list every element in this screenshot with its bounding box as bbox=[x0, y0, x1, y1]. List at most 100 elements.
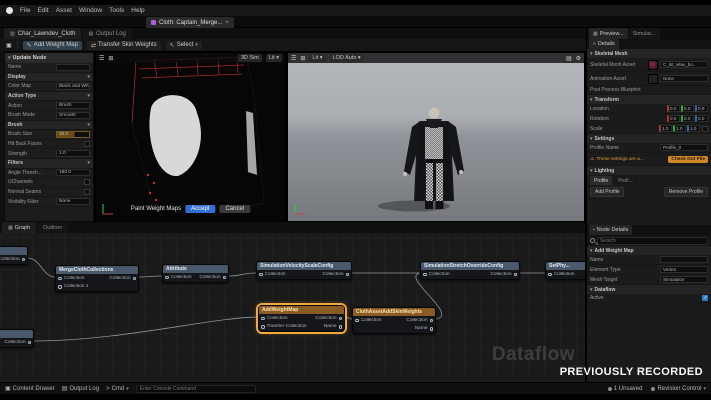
menu-file[interactable]: File bbox=[20, 7, 30, 14]
cloth-paint-viewport[interactable]: ☰ ⊞ 3D Sim Lit ▾ Paint Weight Maps Accep… bbox=[95, 52, 286, 222]
tab-preview-scene[interactable]: ▦ Preview... bbox=[589, 28, 628, 39]
pin-in[interactable] bbox=[58, 277, 62, 281]
scale-lock-icon[interactable] bbox=[702, 126, 708, 132]
pin-in[interactable] bbox=[261, 325, 265, 329]
graph-node-offscreen-bottom[interactable]: ... Collection bbox=[0, 329, 34, 348]
action-dropdown[interactable]: Brush bbox=[56, 102, 90, 109]
menu-help[interactable]: Help bbox=[131, 7, 144, 14]
rotation-y-field[interactable]: 0.0 bbox=[681, 115, 694, 122]
section-action-type[interactable]: Action Type▾ bbox=[5, 92, 93, 102]
cancel-button[interactable]: Cancel bbox=[219, 205, 250, 213]
section-display[interactable]: Display▾ bbox=[5, 73, 93, 83]
color-map-dropdown[interactable]: Black and White bbox=[56, 83, 90, 90]
select-button[interactable]: ↖ Select ▾ bbox=[166, 41, 202, 50]
brush-mode-dropdown[interactable]: Smooth bbox=[56, 112, 90, 119]
visibility-filter-dropdown[interactable]: None bbox=[56, 198, 90, 205]
section-skeletal-mesh[interactable]: ▾Skeletal Mesh bbox=[587, 49, 711, 58]
graph-canvas[interactable]: Dataflow ... Collection bbox=[0, 233, 585, 382]
menu-edit[interactable]: Edit bbox=[37, 7, 48, 14]
section-add-weight-map[interactable]: ▾Add Weight Map bbox=[587, 246, 711, 255]
settings-gear-icon[interactable]: ⚙ bbox=[576, 55, 581, 62]
search-input[interactable] bbox=[597, 237, 708, 245]
remove-profile-button[interactable]: Remove Profile bbox=[664, 187, 708, 197]
section-brush[interactable]: Brush▾ bbox=[5, 121, 93, 131]
skeletal-mesh-asset-dropdown[interactable]: C_lst_wlav_bo... bbox=[660, 61, 708, 68]
location-x-field[interactable]: 0.0 bbox=[667, 105, 680, 112]
name-field[interactable] bbox=[56, 64, 90, 71]
graph-node-mergeclothcollections[interactable]: MergeClothCollections Collection Collect… bbox=[55, 265, 139, 292]
brush-size-field[interactable]: 38.0 bbox=[56, 131, 90, 138]
normal-seams-checkbox[interactable] bbox=[84, 189, 90, 195]
tab-simulation[interactable]: Simulat... bbox=[629, 28, 660, 39]
add-profile-button[interactable]: Add Profile bbox=[590, 187, 624, 197]
lod-dropdown[interactable]: LOD Auto ▾ bbox=[330, 54, 364, 62]
maximize-icon[interactable]: ⊞ bbox=[108, 55, 113, 62]
save-icon[interactable]: ▣ bbox=[6, 42, 12, 49]
hamburger-icon[interactable]: ☰ bbox=[99, 55, 104, 62]
mesh-thumbnail[interactable] bbox=[648, 60, 658, 70]
tab-node-details[interactable]: ▪ Node Details bbox=[589, 225, 632, 235]
strength-field[interactable]: 1.0 bbox=[56, 150, 90, 157]
graph-node-addweightmap[interactable]: AddWeightMap Collection Collection Trans… bbox=[258, 305, 345, 332]
simulation-preview-viewport[interactable]: ☰ ⊞ Lit ▾ LOD Auto ▾ ▤ ⚙ bbox=[287, 52, 585, 222]
console-input[interactable] bbox=[136, 385, 256, 393]
content-drawer-button[interactable]: ▣ Content Drawer bbox=[5, 385, 55, 392]
camera-speed-icon[interactable]: ▤ bbox=[566, 55, 572, 62]
tab-profile-2[interactable]: Profi... bbox=[614, 176, 636, 185]
tab-graph[interactable]: ▦ Graph bbox=[2, 222, 36, 233]
menu-window[interactable]: Window bbox=[79, 7, 102, 14]
graph-node-clothassetaddskinweights[interactable]: ClothAssetAddSkinWeights Collection Coll… bbox=[352, 307, 436, 334]
graph-node-offscreen-top[interactable]: ... Collection bbox=[0, 246, 28, 265]
rotation-x-field[interactable]: 0.0 bbox=[667, 115, 680, 122]
tab-output-log[interactable]: ▤ Output Log bbox=[82, 28, 131, 39]
section-transform[interactable]: ▾Transform bbox=[587, 95, 711, 104]
pin-out[interactable] bbox=[28, 341, 32, 345]
lit-mode-dropdown[interactable]: Lit ▾ bbox=[309, 54, 325, 62]
pin-out[interactable] bbox=[133, 277, 137, 281]
animation-thumbnail[interactable] bbox=[648, 74, 658, 84]
pin-in[interactable] bbox=[58, 285, 62, 289]
tab-char-lawndev-cloth[interactable]: ▥ Char_Lawndev_Cloth bbox=[4, 28, 81, 39]
scale-z-field[interactable]: 1.0 bbox=[687, 125, 700, 132]
section-dataflow[interactable]: ▾Dataflow bbox=[587, 285, 711, 294]
active-checkbox[interactable] bbox=[702, 295, 708, 301]
lit-mode-dropdown[interactable]: Lit ▾ bbox=[266, 54, 282, 62]
close-icon[interactable]: × bbox=[225, 20, 229, 26]
output-log-button[interactable]: ▤ Output Log bbox=[62, 385, 99, 392]
unsaved-indicator[interactable]: 1 Unsaved bbox=[608, 386, 643, 392]
menu-tools[interactable]: Tools bbox=[109, 7, 124, 14]
pin-in[interactable] bbox=[259, 273, 263, 277]
pin-out[interactable] bbox=[430, 327, 434, 331]
location-y-field[interactable]: 0.0 bbox=[681, 105, 694, 112]
menu-asset[interactable]: Asset bbox=[56, 7, 72, 14]
add-weight-map-button[interactable]: ✎ Add Weight Map bbox=[23, 41, 82, 50]
pin-out[interactable] bbox=[346, 273, 350, 277]
tab-cloth-editor[interactable]: Cloth: Captain_Merge... × bbox=[146, 17, 234, 28]
pin-out[interactable] bbox=[22, 258, 26, 262]
animation-asset-dropdown[interactable]: None bbox=[660, 75, 708, 82]
rotation-z-field[interactable]: 0.0 bbox=[695, 115, 708, 122]
element-type-dropdown[interactable]: Vertex bbox=[660, 266, 708, 273]
check-out-file-button[interactable]: Check Out File bbox=[668, 156, 708, 163]
pin-in[interactable] bbox=[423, 273, 427, 277]
scale-y-field[interactable]: 1.0 bbox=[673, 125, 686, 132]
sim-3d-toggle[interactable]: 3D Sim bbox=[238, 54, 262, 62]
profile-name-field[interactable]: Profile_0 bbox=[660, 144, 708, 151]
pin-out[interactable] bbox=[514, 273, 518, 277]
revision-control-button[interactable]: Revision Control ▾ bbox=[651, 386, 706, 392]
transfer-skin-weights-button[interactable]: ⇄ Transfer Skin Weights bbox=[87, 41, 161, 50]
pin-in[interactable] bbox=[261, 317, 265, 321]
maximize-icon[interactable]: ⊞ bbox=[300, 55, 305, 62]
accept-button[interactable]: Accept bbox=[185, 205, 215, 213]
section-lighting[interactable]: ▾Lighting bbox=[587, 166, 711, 175]
graph-node-attribute[interactable]: Attribute Collection Collection bbox=[162, 264, 229, 283]
tab-profile[interactable]: Profile bbox=[590, 176, 612, 185]
hamburger-icon[interactable]: ☰ bbox=[291, 55, 296, 62]
uchannels-checkbox[interactable] bbox=[84, 179, 90, 185]
pin-in[interactable] bbox=[165, 276, 169, 280]
pin-in[interactable] bbox=[548, 273, 552, 277]
scale-x-field[interactable]: 1.0 bbox=[659, 125, 672, 132]
node-name-field[interactable] bbox=[660, 256, 708, 263]
pin-out[interactable] bbox=[430, 319, 434, 323]
cmd-dropdown[interactable]: > Cmd ▾ bbox=[106, 386, 129, 392]
